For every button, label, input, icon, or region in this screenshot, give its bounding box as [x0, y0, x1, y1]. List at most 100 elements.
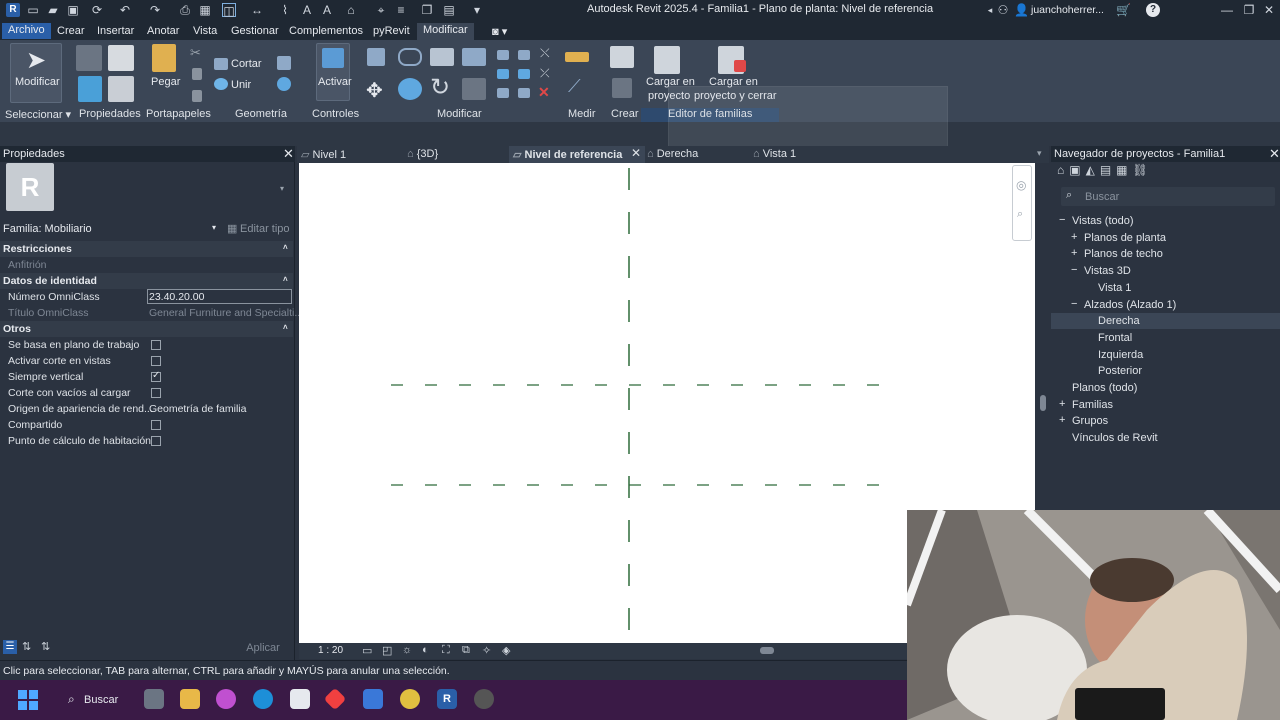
thin-lines-icon[interactable]: ≡ — [394, 3, 408, 17]
always-vertical-checkbox[interactable] — [151, 370, 161, 382]
browser-item[interactable]: − Vistas (todo) — [1051, 213, 1280, 229]
copy-icon[interactable] — [192, 68, 202, 80]
restore-icon[interactable]: ❐ — [1242, 3, 1256, 17]
browser-item[interactable]: Frontal — [1051, 330, 1280, 346]
tabs-menu-icon[interactable]: ▾ — [1037, 146, 1042, 163]
taskbar-search[interactable]: ⌕ Buscar — [58, 688, 130, 712]
detail-level-icon[interactable]: ▭ — [362, 644, 372, 657]
omniclass-number-input[interactable]: 23.40.20.00 — [147, 289, 292, 304]
paste-label[interactable]: Pegar — [151, 76, 180, 88]
workplane-based-checkbox[interactable] — [151, 340, 161, 350]
tag-icon[interactable]: ⌇ — [278, 3, 292, 17]
print-icon[interactable]: ⎙ — [178, 3, 192, 17]
scale-icon[interactable] — [518, 69, 530, 79]
tab-derecha[interactable]: ⌂ Derecha — [647, 146, 741, 163]
split-icon[interactable] — [497, 50, 509, 60]
expand-icon[interactable]: + — [1071, 247, 1077, 259]
expand-icon[interactable]: + — [1059, 414, 1065, 426]
trim-multi-icon[interactable]: ⤫ — [540, 66, 550, 81]
expand-icon[interactable]: + — [1071, 231, 1077, 243]
section-restrictions[interactable]: Restricciones ˄ — [0, 241, 293, 257]
browser-home-icon[interactable]: ⌂ — [1057, 163, 1069, 177]
panel-select[interactable]: Seleccionar ▾ — [5, 108, 71, 121]
measure-tool-icon[interactable] — [565, 52, 589, 62]
hide-isolate-icon[interactable]: ✧ — [482, 644, 491, 657]
menu-modificar[interactable]: Modificar — [417, 23, 474, 40]
collapse-icon[interactable]: − — [1071, 298, 1077, 310]
browser-item[interactable]: Posterior — [1051, 363, 1280, 379]
show-crop-icon[interactable]: ⧉ — [462, 644, 470, 657]
sync-icon[interactable]: ⟳ — [90, 3, 104, 17]
family-selector[interactable]: Familia: Mobiliario ▾ — [0, 221, 222, 237]
view-scale[interactable]: 1 : 20 — [318, 645, 343, 656]
browser-search-box[interactable]: ⌕ Buscar — [1061, 187, 1275, 206]
windows-start-icon[interactable] — [18, 690, 38, 710]
join-geometry-icon[interactable] — [214, 78, 228, 90]
move-icon[interactable]: ✥ — [366, 78, 383, 103]
browser-families-icon[interactable]: ▤ — [1100, 163, 1116, 177]
obs-icon[interactable] — [474, 689, 494, 709]
copilot-icon[interactable] — [216, 689, 236, 709]
browser-sheets-icon[interactable]: ◭ — [1086, 163, 1100, 177]
menu-anotar[interactable]: Anotar — [147, 25, 179, 37]
copy-element-icon[interactable] — [398, 78, 422, 100]
join-label[interactable]: Unir — [231, 79, 251, 91]
trim-icon[interactable] — [462, 78, 486, 100]
trim-corner-icon[interactable]: ⤬ — [540, 46, 550, 61]
array-icon[interactable] — [497, 69, 509, 79]
tab-nivel-referencia[interactable]: ▱ Nivel de referencia ✕ — [509, 146, 645, 163]
switch-windows-icon[interactable]: ❐ — [420, 3, 434, 17]
collapse-icon[interactable]: − — [1059, 214, 1065, 226]
browser-views-icon[interactable]: ▣ — [1069, 163, 1085, 177]
section-others[interactable]: Otros ˄ — [0, 321, 293, 337]
save-icon[interactable]: ▣ — [66, 3, 80, 17]
section-icon[interactable]: ⌖ — [374, 3, 388, 17]
revit-logo-icon[interactable]: R — [6, 3, 20, 17]
family-category-icon[interactable] — [108, 76, 134, 102]
customize-icon[interactable]: ▾ — [470, 3, 484, 17]
crop-view-icon[interactable]: ⛶ — [442, 644, 450, 657]
menu-crear[interactable]: Crear — [57, 25, 85, 37]
menu-extra-icon[interactable]: ◙ ▾ — [492, 25, 507, 38]
menu-complementos[interactable]: Complementos — [289, 25, 363, 37]
collapse-icon[interactable]: − — [1071, 264, 1077, 276]
close-tab-icon[interactable]: ✕ — [631, 146, 641, 160]
close-browser-icon[interactable]: ✕ — [1269, 146, 1280, 162]
properties-icon[interactable] — [76, 45, 102, 71]
edge-icon[interactable] — [253, 689, 273, 709]
user-icon[interactable]: 👤 — [1014, 3, 1029, 17]
cut-label[interactable]: Cortar — [231, 58, 262, 70]
pin-icon[interactable] — [497, 88, 509, 98]
match-icon[interactable] — [192, 90, 202, 102]
horizontal-scroll-thumb[interactable] — [760, 647, 774, 654]
shadows-icon[interactable]: ◐ — [422, 644, 429, 656]
cut-in-views-checkbox[interactable] — [151, 356, 161, 366]
browser-item[interactable]: − Alzados (Alzado 1) — [1051, 297, 1280, 313]
scissors-icon[interactable]: ✂ — [190, 45, 201, 61]
close-icon[interactable]: ✕ — [1262, 3, 1276, 17]
visual-style-icon[interactable]: ◰ — [382, 644, 392, 657]
categorized-icon[interactable]: ☰ — [3, 640, 17, 654]
browser-item[interactable]: + Planos de techo — [1051, 246, 1280, 262]
align-icon[interactable] — [367, 48, 385, 66]
browser-groups-icon[interactable]: ▦ — [1116, 163, 1132, 177]
tab-nivel-1[interactable]: ▱ Nivel 1 — [301, 146, 395, 163]
edit-type-button[interactable]: ▦ Editar tipo — [225, 221, 293, 237]
menu-gestionar[interactable]: Gestionar — [231, 25, 279, 37]
sort-za-icon[interactable]: ⇅ — [41, 640, 50, 653]
measure-icon[interactable]: ◫ — [222, 3, 236, 18]
paste-icon[interactable] — [152, 44, 176, 72]
paint-icon[interactable] — [277, 77, 291, 91]
menu-archivo[interactable]: Archivo — [2, 23, 51, 39]
tab-vista-1[interactable]: ⌂ Vista 1 — [753, 146, 847, 163]
zoom-icon[interactable]: ⌕ — [1017, 208, 1023, 221]
cart-icon[interactable]: 🛒 — [1116, 3, 1131, 17]
vertical-scroll-thumb[interactable] — [1040, 395, 1046, 411]
people-icon[interactable]: ⚇ — [996, 3, 1010, 17]
left-arrow-icon[interactable]: ◂ — [983, 3, 997, 17]
browser-item[interactable]: Izquierda — [1051, 347, 1280, 363]
close-views-icon[interactable]: ▦ — [198, 3, 212, 17]
tile-icon[interactable]: ▤ — [442, 3, 456, 17]
scroll-left-icon[interactable]: ‹ — [504, 644, 508, 656]
mail-icon[interactable] — [363, 689, 383, 709]
